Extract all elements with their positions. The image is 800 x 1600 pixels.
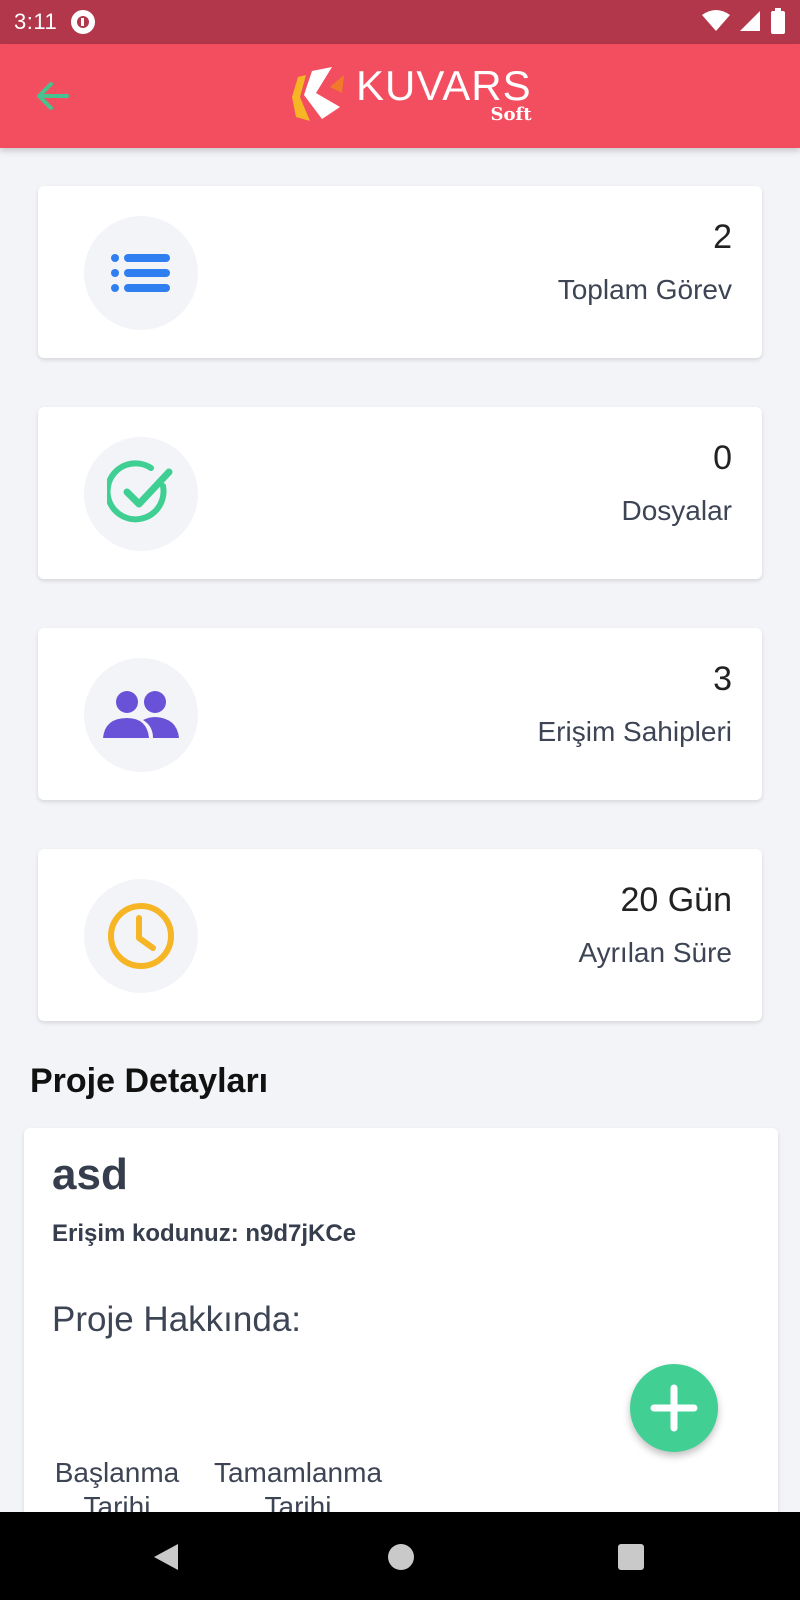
stat-value: 0 xyxy=(713,439,732,477)
project-name: asd xyxy=(52,1150,128,1199)
system-nav-bar xyxy=(0,1512,800,1600)
app-bar: KUVARS Soft xyxy=(0,44,800,148)
stat-card-allocated-time[interactable]: 20 Gün Ayrılan Süre xyxy=(38,849,762,1021)
stat-icon-circle xyxy=(84,437,198,551)
kuvars-logo-mark xyxy=(292,67,344,121)
stat-label: Ayrılan Süre xyxy=(578,937,732,968)
plus-icon xyxy=(650,1384,698,1432)
project-details-card: asd Erişim kodunuz: n9d7jKCe Proje Hakkı… xyxy=(24,1128,778,1548)
nav-recent-icon[interactable] xyxy=(618,1544,644,1570)
about-label: Proje Hakkında: xyxy=(52,1300,302,1339)
stat-card-total-tasks[interactable]: 2 Toplam Görev xyxy=(38,186,762,358)
back-button[interactable] xyxy=(28,72,76,120)
wifi-icon xyxy=(702,10,730,31)
stat-value: 20 Gün xyxy=(620,881,732,919)
signal-icon xyxy=(740,11,760,31)
logo-subtitle: Soft xyxy=(490,104,532,125)
status-time: 3:11 xyxy=(14,9,58,34)
logo-title: KUVARS xyxy=(356,62,532,109)
status-icons xyxy=(702,8,786,34)
stat-label: Erişim Sahipleri xyxy=(537,716,733,747)
arrow-left-icon xyxy=(37,82,69,110)
check-circle-icon xyxy=(107,460,173,523)
nav-back-icon[interactable] xyxy=(152,1542,180,1572)
stat-icon-circle xyxy=(84,879,198,993)
stat-card-access-owners[interactable]: 3 Erişim Sahipleri xyxy=(38,628,762,800)
stat-value: 3 xyxy=(713,660,732,698)
stat-label: Dosyalar xyxy=(621,495,732,526)
app-notification-icon xyxy=(71,10,96,34)
logo: KUVARS Soft xyxy=(292,62,532,125)
list-icon xyxy=(111,254,170,292)
status-bar: 3:11 xyxy=(0,0,800,44)
section-title: Proje Detayları xyxy=(30,1062,269,1100)
access-code: Erişim kodunuz: n9d7jKCe xyxy=(52,1220,357,1247)
stat-label: Toplam Görev xyxy=(557,274,732,305)
nav-home-icon[interactable] xyxy=(388,1544,414,1570)
stat-value: 2 xyxy=(713,218,732,256)
stat-card-files[interactable]: 0 Dosyalar xyxy=(38,407,762,579)
battery-icon xyxy=(771,8,785,34)
clock-icon xyxy=(108,903,174,969)
stat-icon-circle xyxy=(84,658,198,772)
people-icon xyxy=(103,691,179,738)
add-button[interactable] xyxy=(630,1364,718,1452)
stat-icon-circle xyxy=(84,216,198,330)
